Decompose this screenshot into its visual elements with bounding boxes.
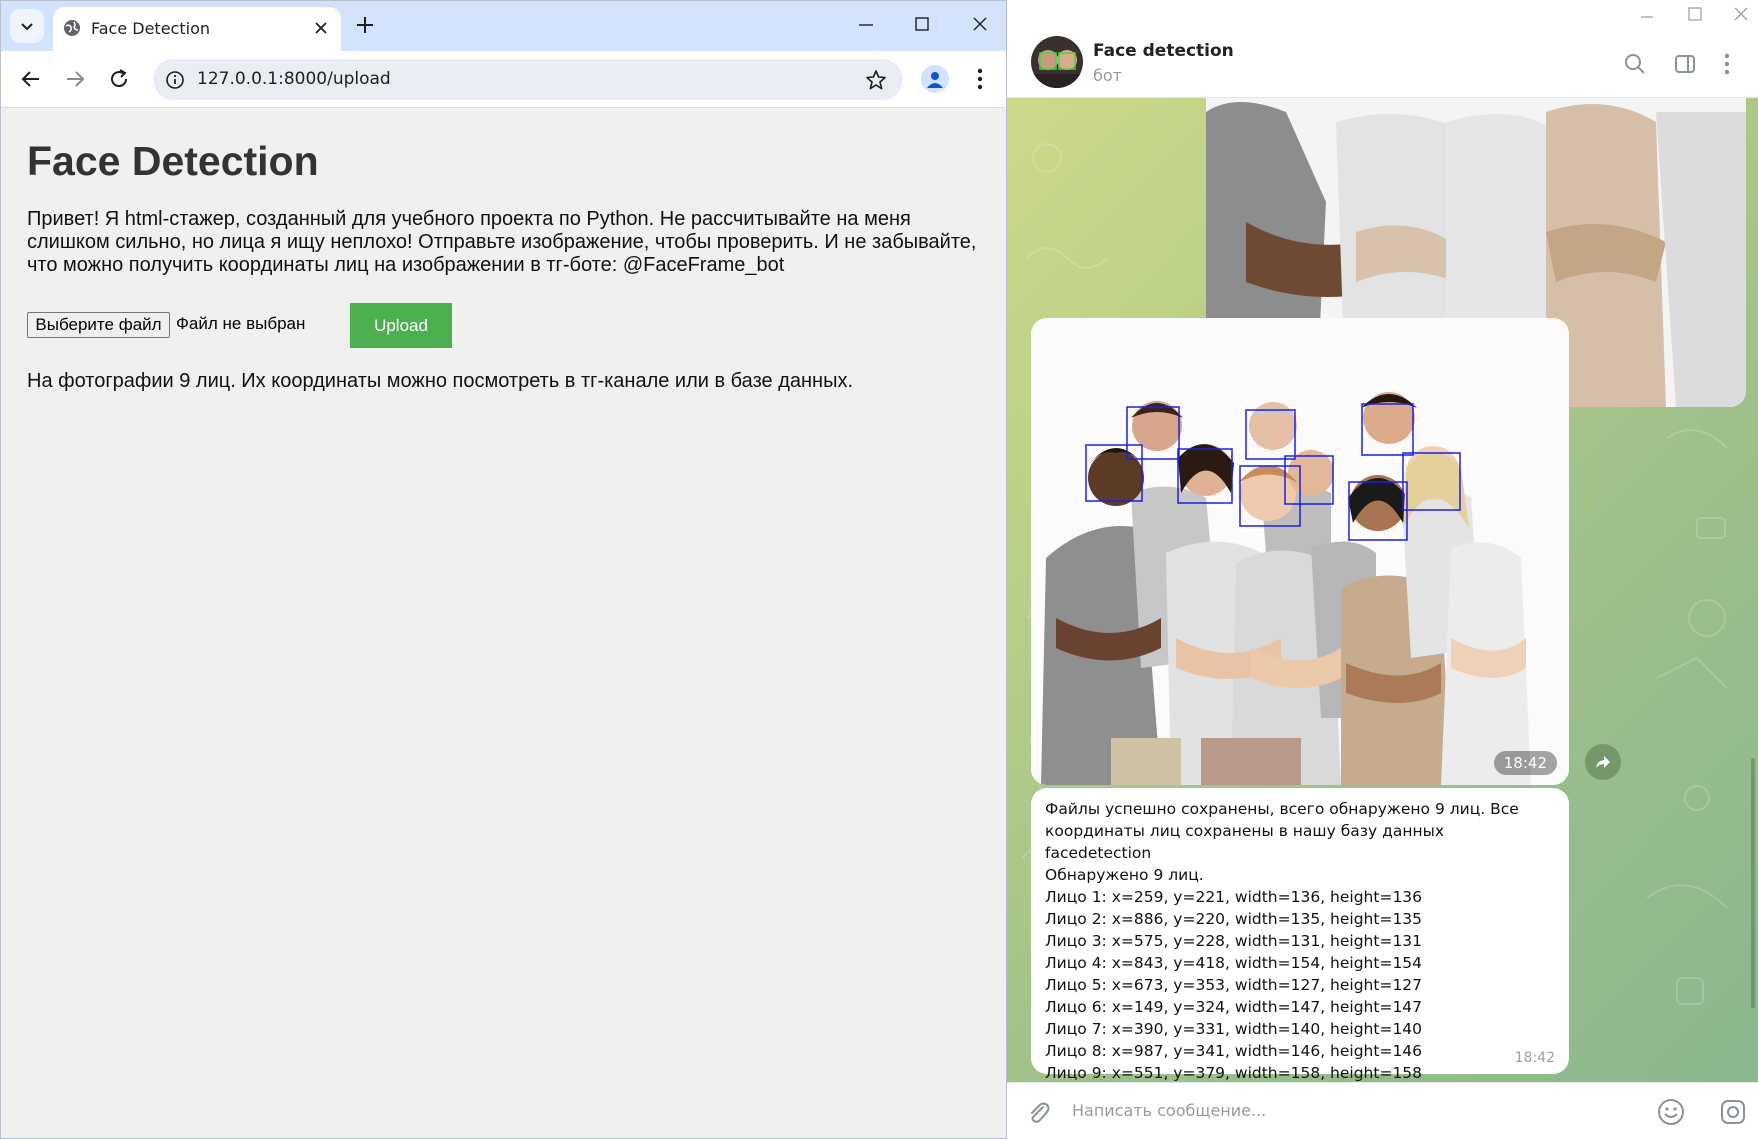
attach-paperclip-icon[interactable] <box>1025 1099 1051 1125</box>
message-input-field[interactable]: Написать сообщение... <box>1072 1101 1266 1120</box>
message-line: Лицо 5: x=673, y=353, width=127, height=… <box>1045 976 1423 994</box>
message-line: Лицо 6: x=149, y=324, width=147, height=… <box>1045 998 1423 1016</box>
sidebar-toggle-icon[interactable] <box>1673 52 1697 76</box>
site-info-icon[interactable] <box>165 70 185 90</box>
new-tab-icon[interactable] <box>353 13 377 37</box>
bookmark-star-icon[interactable] <box>865 69 887 91</box>
choose-file-button[interactable]: Выберите файл <box>27 312 170 338</box>
chat-status: бот <box>1093 66 1122 85</box>
back-arrow-icon[interactable] <box>19 67 43 91</box>
result-text: На фотографии 9 лиц. Их координаты можно… <box>27 370 854 392</box>
emoji-icon[interactable] <box>1657 1098 1685 1126</box>
more-menu-icon[interactable] <box>1723 52 1731 76</box>
face-detection-image <box>1031 318 1569 785</box>
tab-face-detection[interactable]: Face Detection <box>53 7 341 51</box>
intro-text: Привет! Я html-стажер, созданный для уче… <box>27 208 977 276</box>
camera-icon[interactable] <box>1719 1098 1747 1126</box>
photo-message-face-detection[interactable]: 18:42 <box>1031 318 1569 785</box>
tab-bar: Face Detection <box>1 1 1006 51</box>
message-line: Лицо 7: x=390, y=331, width=140, height=… <box>1045 1020 1423 1038</box>
message-line: Лицо 9: x=551, y=379, width=158, height=… <box>1045 1064 1423 1082</box>
minimize-icon[interactable] <box>1639 8 1655 24</box>
tab-search-button[interactable] <box>10 9 44 43</box>
profile-avatar[interactable] <box>921 65 949 93</box>
upload-button[interactable]: Upload <box>350 303 452 348</box>
url-text[interactable]: 127.0.0.1:8000/upload <box>197 69 391 89</box>
minimize-icon[interactable] <box>857 15 875 33</box>
web-page-content: Face Detection Привет! Я html-стажер, со… <box>1 108 1006 1138</box>
close-tab-icon[interactable] <box>313 20 329 36</box>
file-status-text: Файл не выбран <box>176 314 306 333</box>
message-line: Лицо 4: x=843, y=418, width=154, height=… <box>1045 954 1423 972</box>
message-line: Файлы успешно сохранены, всего обнаружен… <box>1045 800 1519 818</box>
browser-toolbar: 127.0.0.1:8000/upload <box>1 51 1006 108</box>
search-icon[interactable] <box>1623 52 1647 76</box>
close-window-icon[interactable] <box>971 15 989 33</box>
message-line: Лицо 8: x=987, y=341, width=146, height=… <box>1045 1042 1423 1060</box>
message-line: Лицо 2: x=886, y=220, width=135, height=… <box>1045 910 1423 928</box>
chat-avatar[interactable] <box>1031 36 1083 88</box>
close-window-icon[interactable] <box>1733 6 1749 22</box>
reload-icon[interactable] <box>107 67 131 91</box>
globe-icon <box>64 20 80 36</box>
chat-scrollbar[interactable] <box>1751 758 1755 1008</box>
forward-button[interactable] <box>1585 744 1621 780</box>
message-timestamp: 18:42 <box>1514 1050 1555 1066</box>
message-line: Лицо 1: x=259, y=221, width=136, height=… <box>1045 888 1423 906</box>
chat-area[interactable]: 18:42 Файлы успешно сохранены, всего обн… <box>1007 98 1758 1082</box>
maximize-icon[interactable] <box>913 15 931 33</box>
address-bar[interactable]: 127.0.0.1:8000/upload <box>153 59 903 100</box>
photo-timestamp: 18:42 <box>1493 751 1557 775</box>
browser-window: Face Detection 127.0.0.1:8000/upload Fac… <box>0 0 1007 1139</box>
message-input-bar: Написать сообщение... <box>1007 1082 1758 1139</box>
message-line: Лицо 3: x=575, y=228, width=131, height=… <box>1045 932 1423 950</box>
message-line: Обнаружено 9 лиц. <box>1045 866 1204 884</box>
more-menu-icon[interactable] <box>976 67 984 91</box>
share-arrow-icon <box>1596 756 1610 768</box>
text-message[interactable]: Файлы успешно сохранены, всего обнаружен… <box>1031 788 1569 1082</box>
maximize-icon[interactable] <box>1687 6 1703 22</box>
forward-arrow-icon[interactable] <box>63 67 87 91</box>
telegram-window: Face detection бот 18:42 Файлы успешно с… <box>1007 0 1758 1139</box>
chat-name: Face detection <box>1093 41 1234 61</box>
message-line: координаты лиц сохранены в нашу базу дан… <box>1045 822 1444 862</box>
chevron-down-icon <box>21 23 33 31</box>
person-icon <box>927 72 943 88</box>
tab-title: Face Detection <box>91 19 210 38</box>
page-title: Face Detection <box>27 138 319 184</box>
chat-header: Face detection бот <box>1007 30 1758 98</box>
telegram-title-bar <box>1007 0 1758 30</box>
